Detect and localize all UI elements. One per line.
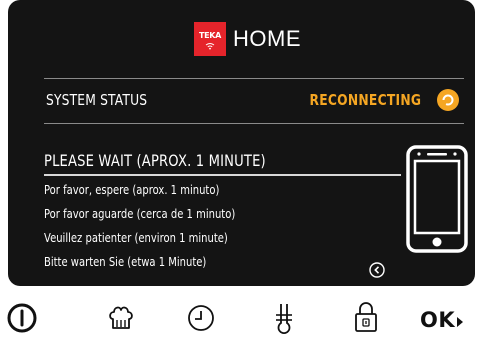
- wait-title-underline: [44, 174, 401, 176]
- wifi-icon: [205, 43, 215, 50]
- ok-label: OK: [420, 308, 456, 332]
- wait-message-french: Veuillez patienter (environ 1 minute): [44, 230, 228, 245]
- teka-logo: TEKA: [194, 22, 226, 56]
- system-status-label: SYSTEM STATUS: [46, 91, 148, 109]
- clock-icon[interactable]: [186, 303, 216, 333]
- wait-title: PLEASE WAIT (APROX. 1 MINUTE): [44, 151, 266, 170]
- bottom-control-bar: OK: [0, 296, 479, 340]
- divider: [44, 78, 464, 79]
- logo-text: TEKA: [198, 31, 222, 40]
- chef-hat-icon[interactable]: [106, 303, 136, 333]
- divider: [44, 123, 464, 124]
- ok-button[interactable]: OK: [420, 308, 464, 332]
- page-title: HOME: [233, 26, 301, 51]
- wait-message-portuguese: Por favor aguarde (cerca de 1 minuto): [44, 206, 236, 221]
- power-icon[interactable]: [6, 302, 38, 334]
- chevron-left-circle-icon[interactable]: [369, 262, 385, 278]
- play-arrow-icon: [457, 317, 464, 327]
- wait-message-spanish: Por favor, espere (aprox. 1 minuto): [44, 182, 220, 197]
- brand-header: TEKA HOME: [194, 22, 301, 56]
- wait-message-german: Bitte warten Sie (etwa 1 Minute): [44, 254, 207, 269]
- refresh-icon: [437, 89, 459, 111]
- display-screen: TEKA HOME SYSTEM STATUS RECONNECTING PLE…: [8, 0, 475, 286]
- thermometer-icon[interactable]: [274, 301, 294, 335]
- system-status-value: RECONNECTING: [309, 91, 421, 109]
- smartphone-icon: [406, 145, 468, 253]
- lock-icon[interactable]: [353, 300, 379, 334]
- oven-control-panel: TEKA HOME SYSTEM STATUS RECONNECTING PLE…: [0, 0, 479, 340]
